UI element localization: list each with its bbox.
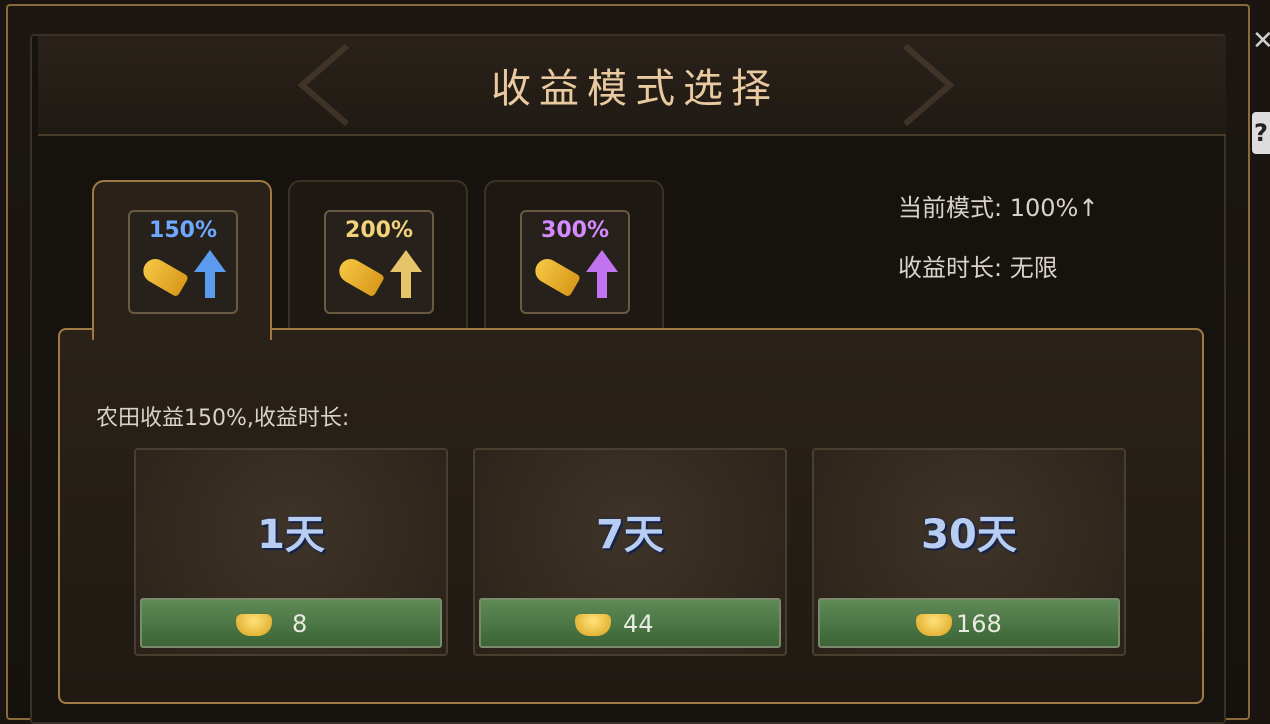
option-card-7-day: 7天 44 bbox=[473, 448, 787, 656]
up-arrow-icon bbox=[194, 250, 226, 272]
arrow-stem bbox=[597, 270, 607, 298]
tab-300-icon: 300% bbox=[520, 210, 630, 314]
current-mode: 当前模式: 100%↑ bbox=[898, 194, 1099, 222]
tab-200-label: 200% bbox=[345, 218, 413, 243]
tab-150-icon: 150% bbox=[128, 210, 238, 314]
option-duration: 7天 bbox=[596, 512, 664, 558]
option-duration: 30天 bbox=[921, 512, 1017, 558]
option-duration: 1天 bbox=[257, 512, 325, 558]
gold-ingot-icon bbox=[916, 614, 952, 636]
wheat-icon bbox=[334, 254, 386, 298]
up-arrow-icon bbox=[390, 250, 422, 272]
up-arrow-icon bbox=[586, 250, 618, 272]
close-icon[interactable]: ✕ bbox=[1252, 26, 1270, 56]
buy-button[interactable]: 8 bbox=[140, 598, 442, 648]
income-duration: 收益时长: 无限 bbox=[898, 254, 1058, 282]
wheat-icon bbox=[138, 254, 190, 298]
tab-300[interactable]: 300% bbox=[484, 180, 664, 330]
panel-description: 农田收益150%,收益时长: bbox=[96, 406, 350, 431]
wheat-icon bbox=[530, 254, 582, 298]
tab-300-label: 300% bbox=[541, 218, 609, 243]
price-value: 8 bbox=[292, 610, 308, 638]
tab-200-icon: 200% bbox=[324, 210, 434, 314]
arrow-stem bbox=[401, 270, 411, 298]
option-card-1-day: 1天 8 bbox=[134, 448, 448, 656]
dialog-title: 收益模式选择 bbox=[491, 66, 779, 112]
tab-200[interactable]: 200% bbox=[288, 180, 468, 330]
option-card-30-day: 30天 168 bbox=[812, 448, 1126, 656]
tab-150-label: 150% bbox=[149, 218, 217, 243]
arrow-stem bbox=[205, 270, 215, 298]
gold-ingot-icon bbox=[236, 614, 272, 636]
gold-ingot-icon bbox=[575, 614, 611, 636]
buy-button[interactable]: 168 bbox=[818, 598, 1120, 648]
price-value: 44 bbox=[623, 610, 654, 638]
help-icon[interactable]: ? bbox=[1252, 112, 1270, 154]
tab-150[interactable]: 150% bbox=[92, 180, 272, 340]
buy-button[interactable]: 44 bbox=[479, 598, 781, 648]
price-value: 168 bbox=[956, 610, 1002, 638]
